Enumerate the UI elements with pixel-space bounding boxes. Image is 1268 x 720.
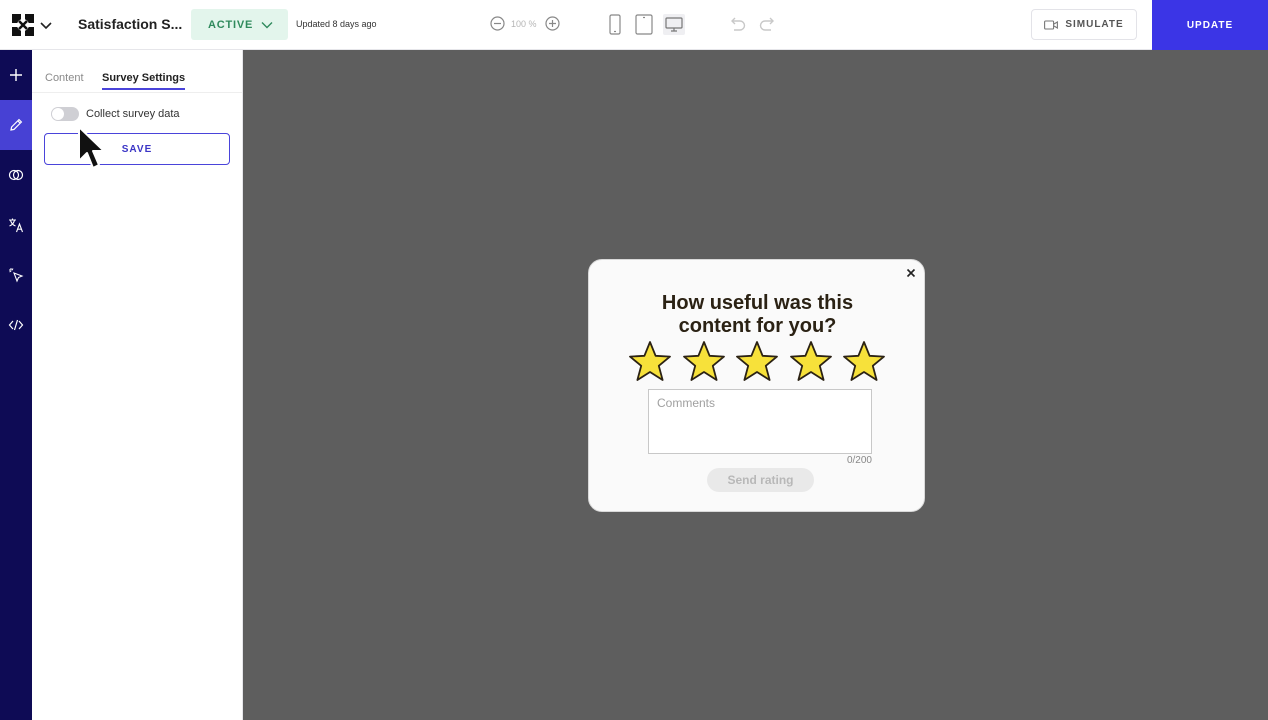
last-updated-text: Updated 8 days ago: [296, 19, 377, 29]
plus-icon: [10, 69, 22, 81]
click-cursor-icon: [9, 268, 24, 283]
star-icon-3[interactable]: [734, 339, 780, 385]
app-logo-icon[interactable]: [10, 12, 36, 38]
mouse-cursor-icon: [78, 126, 105, 169]
collect-survey-data-toggle[interactable]: [51, 107, 79, 121]
document-title[interactable]: Satisfaction S...: [78, 16, 182, 32]
send-rating-button[interactable]: Send rating: [707, 468, 814, 492]
overlap-circles-icon: [8, 169, 24, 181]
left-nav: [0, 50, 32, 720]
top-bar: Satisfaction S... ACTIVE Updated 8 days …: [0, 0, 1268, 50]
update-button[interactable]: UPDATE: [1152, 0, 1268, 50]
collect-survey-data-label: Collect survey data: [86, 108, 180, 120]
star-icon-4[interactable]: [788, 339, 834, 385]
nav-triggers[interactable]: [0, 250, 32, 300]
status-label: ACTIVE: [208, 18, 254, 31]
code-icon: [8, 319, 24, 331]
redo-icon[interactable]: [759, 17, 777, 33]
nav-translate[interactable]: [0, 200, 32, 250]
app-window: Satisfaction S... ACTIVE Updated 8 days …: [0, 0, 1268, 720]
update-label: UPDATE: [1186, 19, 1234, 31]
nav-edit[interactable]: [0, 100, 32, 150]
tab-survey-settings[interactable]: Survey Settings: [102, 72, 186, 90]
save-button[interactable]: SAVE: [44, 133, 230, 165]
nav-code[interactable]: [0, 300, 32, 350]
star-icon-2[interactable]: [681, 339, 727, 385]
translate-icon: [9, 218, 24, 233]
zoom-out-icon[interactable]: [490, 16, 505, 31]
close-icon[interactable]: [906, 268, 916, 278]
nav-conditions[interactable]: [0, 150, 32, 200]
star-rating: [627, 339, 887, 385]
zoom-in-icon[interactable]: [545, 16, 560, 31]
nav-add[interactable]: [0, 50, 32, 100]
comments-input[interactable]: [648, 389, 872, 454]
tabs-divider: [32, 92, 242, 93]
tab-content[interactable]: Content: [45, 72, 84, 84]
star-icon-5[interactable]: [841, 339, 887, 385]
simulate-label: SIMULATE: [1065, 19, 1124, 30]
simulate-button[interactable]: SIMULATE: [1031, 9, 1137, 40]
save-label: SAVE: [121, 143, 153, 155]
chevron-down-icon[interactable]: [39, 18, 53, 32]
mobile-view-icon[interactable]: [608, 14, 622, 35]
undo-icon[interactable]: [728, 17, 746, 33]
star-icon-1[interactable]: [627, 339, 673, 385]
camera-icon: [1044, 19, 1059, 30]
rating-popup: How useful was this content for you? 0/2…: [588, 259, 925, 512]
pencil-icon: [10, 118, 23, 131]
popup-title: How useful was this content for you?: [661, 292, 854, 337]
send-rating-label: Send rating: [727, 473, 794, 487]
desktop-view-icon[interactable]: [663, 14, 685, 35]
settings-panel: Content Survey Settings Collect survey d…: [32, 50, 243, 720]
status-dropdown[interactable]: ACTIVE: [191, 9, 288, 40]
zoom-level: 100 %: [511, 19, 537, 29]
tablet-view-icon[interactable]: [635, 14, 653, 35]
chevron-down-icon: [261, 21, 273, 28]
character-counter: 0/200: [846, 455, 872, 466]
